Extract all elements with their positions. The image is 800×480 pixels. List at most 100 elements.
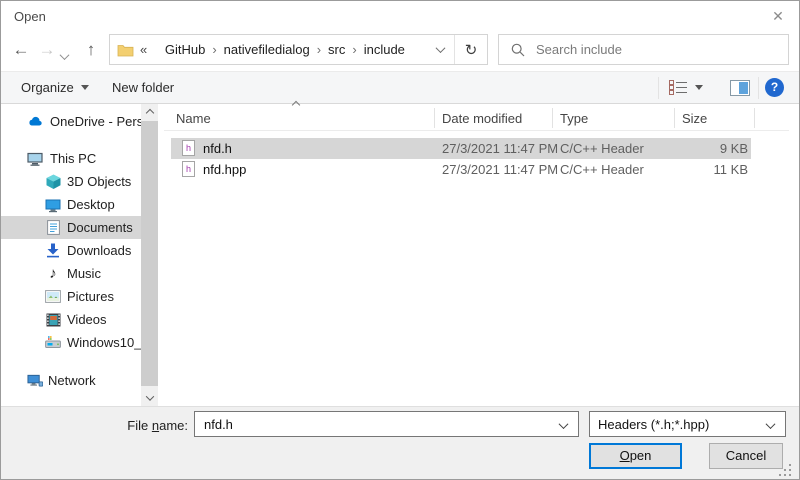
- command-toolbar: Organize New folder ?: [1, 71, 799, 104]
- sidebar-item-onedrive[interactable]: OneDrive - Personal: [1, 110, 141, 133]
- organize-button[interactable]: Organize: [21, 72, 89, 103]
- file-type: C/C++ Header: [560, 141, 644, 156]
- column-divider[interactable]: [674, 108, 675, 128]
- refresh-icon[interactable]: ↻: [454, 35, 487, 64]
- network-icon: [27, 373, 43, 389]
- 3d-objects-icon: [45, 174, 61, 190]
- sidebar-item-this-pc[interactable]: This PC: [1, 147, 141, 170]
- breadcrumb-segment-github[interactable]: GitHub: [165, 42, 205, 57]
- breadcrumb-separator-icon[interactable]: ›: [345, 42, 363, 57]
- recent-locations-chevron-icon[interactable]: [61, 48, 68, 63]
- column-divider[interactable]: [434, 108, 435, 128]
- help-button[interactable]: ?: [765, 78, 784, 97]
- pictures-icon: [45, 289, 61, 305]
- breadcrumb-overflow[interactable]: «: [140, 42, 147, 57]
- sidebar-item-documents[interactable]: Documents: [1, 216, 141, 239]
- sidebar-item-windows10-os-drive[interactable]: Windows10_OS (C:): [1, 331, 141, 354]
- file-date-modified: 27/3/2021 11:47 PM: [442, 162, 558, 177]
- breadcrumb-segment-include[interactable]: include: [364, 42, 405, 57]
- sidebar-item-network[interactable]: Network: [1, 369, 141, 392]
- toolbar-divider: [758, 77, 759, 99]
- back-icon[interactable]: ←: [9, 39, 33, 63]
- breadcrumb: « GitHub › nativefiledialog › src › incl…: [110, 42, 426, 57]
- file-size: 9 KB: [651, 141, 748, 156]
- sidebar-item-label: Windows10_OS (C:): [67, 335, 141, 350]
- open-file-dialog: Open ✕ ← → ↑ « GitHub › nativefiledialog…: [0, 0, 800, 480]
- sidebar-item-label: Documents: [67, 220, 141, 235]
- documents-icon: [45, 220, 61, 236]
- dialog-footer: File name: Headers (*.h;*.hpp) Open Canc…: [1, 406, 799, 480]
- forward-icon: →: [35, 39, 59, 63]
- sidebar-item-label: Music: [67, 266, 141, 281]
- sidebar-item-desktop[interactable]: Desktop: [1, 193, 141, 216]
- column-header-size[interactable]: Size: [682, 111, 707, 126]
- preview-pane-button[interactable]: [730, 72, 750, 103]
- close-icon[interactable]: ✕: [763, 4, 793, 28]
- breadcrumb-segment-src[interactable]: src: [328, 42, 345, 57]
- column-divider[interactable]: [754, 108, 755, 128]
- cancel-button[interactable]: Cancel: [709, 443, 783, 469]
- breadcrumb-separator-icon[interactable]: ›: [310, 42, 328, 57]
- file-name-dropdown-chevron-icon[interactable]: [559, 419, 569, 429]
- sidebar-item-music[interactable]: ♪ Music: [1, 262, 141, 285]
- file-type-select[interactable]: Headers (*.h;*.hpp): [589, 411, 786, 437]
- sidebar-item-label: 3D Objects: [67, 174, 141, 189]
- folder-icon: [117, 43, 134, 57]
- preview-pane-icon: [730, 80, 750, 96]
- file-name: nfd.hpp: [203, 162, 246, 177]
- sidebar-item-pictures[interactable]: Pictures: [1, 285, 141, 308]
- open-button[interactable]: Open: [589, 443, 682, 469]
- videos-icon: [45, 312, 61, 328]
- details-view-icon: [669, 80, 688, 95]
- scrollbar-thumb[interactable]: [141, 121, 158, 386]
- hard-drive-icon: [45, 335, 61, 351]
- this-pc-icon: [27, 151, 43, 167]
- sidebar-item-label: Desktop: [67, 197, 141, 212]
- scroll-down-icon[interactable]: [141, 389, 158, 406]
- new-folder-button[interactable]: New folder: [112, 72, 174, 103]
- breadcrumb-separator-icon[interactable]: ›: [205, 42, 223, 57]
- column-header-type[interactable]: Type: [560, 111, 588, 126]
- view-dropdown-icon: [695, 85, 703, 90]
- search-box[interactable]: [498, 34, 789, 65]
- file-name-combobox[interactable]: [194, 411, 579, 437]
- breadcrumb-segment-nativefiledialog[interactable]: nativefiledialog: [224, 42, 310, 57]
- file-size: 11 KB: [651, 162, 748, 177]
- sidebar-item-label: Network: [48, 373, 141, 388]
- file-row-nfd-hpp[interactable]: h nfd.hpp 27/3/2021 11:47 PM C/C++ Heade…: [171, 159, 751, 180]
- cpp-header-file-icon: h: [182, 161, 195, 177]
- address-bar[interactable]: « GitHub › nativefiledialog › src › incl…: [109, 34, 488, 65]
- title-bar: Open ✕: [1, 1, 799, 31]
- file-name-input[interactable]: [202, 416, 556, 433]
- dialog-title: Open: [14, 9, 46, 24]
- file-row-nfd-h[interactable]: h nfd.h 27/3/2021 11:47 PM C/C++ Header …: [171, 138, 751, 159]
- change-view-button[interactable]: [669, 72, 703, 103]
- up-icon[interactable]: ↑: [79, 39, 103, 63]
- file-type: C/C++ Header: [560, 162, 644, 177]
- column-header-date-modified[interactable]: Date modified: [442, 111, 522, 126]
- search-icon: [511, 43, 525, 57]
- file-type-value: Headers (*.h;*.hpp): [598, 417, 709, 432]
- new-folder-label: New folder: [112, 80, 174, 95]
- sidebar-item-videos[interactable]: Videos: [1, 308, 141, 331]
- sidebar-item-downloads[interactable]: Downloads: [1, 239, 141, 262]
- breadcrumb-separator: [147, 42, 165, 57]
- sidebar-item-3d-objects[interactable]: 3D Objects: [1, 170, 141, 193]
- toolbar-divider: [658, 77, 659, 99]
- column-divider[interactable]: [552, 108, 553, 128]
- column-header-name[interactable]: Name: [176, 111, 211, 126]
- sidebar-item-label: Videos: [67, 312, 141, 327]
- file-name-label: File name:: [91, 418, 188, 433]
- sidebar-scrollbar[interactable]: [141, 104, 158, 406]
- music-note-icon: ♪: [45, 266, 61, 282]
- downloads-icon: [45, 243, 61, 259]
- scroll-up-icon[interactable]: [141, 104, 158, 121]
- search-input[interactable]: [534, 41, 788, 58]
- file-type-dropdown-chevron-icon[interactable]: [766, 419, 776, 429]
- resize-grip-icon[interactable]: [779, 464, 792, 477]
- sidebar-item-label: Pictures: [67, 289, 141, 304]
- sidebar-item-label: This PC: [50, 151, 141, 166]
- address-dropdown-chevron-icon[interactable]: [426, 35, 454, 64]
- sidebar-item-label: OneDrive - Personal: [50, 114, 141, 129]
- file-date-modified: 27/3/2021 11:47 PM: [442, 141, 558, 156]
